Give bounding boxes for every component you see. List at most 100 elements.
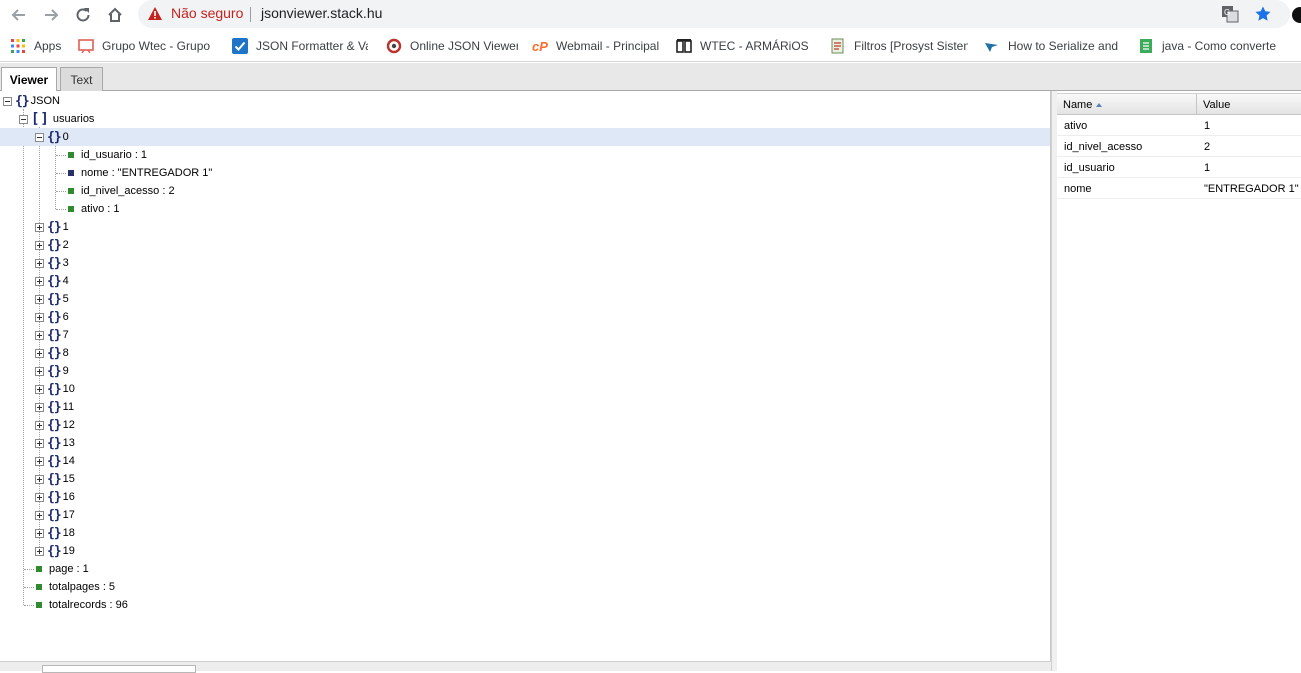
expand-toggle-icon[interactable]	[35, 438, 44, 448]
expand-toggle-icon[interactable]	[35, 456, 44, 466]
tree-node-item-0[interactable]: {} 0	[35, 128, 69, 146]
expand-toggle-icon[interactable]	[35, 510, 44, 520]
tree-leaf-field[interactable]: ativo : 1	[68, 200, 120, 218]
bookmark-apps[interactable]: Apps	[10, 37, 70, 55]
tree-node-item[interactable]: {} 6	[35, 308, 69, 326]
collapse-toggle-icon[interactable]	[35, 132, 44, 142]
expand-toggle-icon[interactable]	[35, 546, 44, 556]
tree-leaf-field[interactable]: totalrecords : 96	[36, 596, 128, 614]
tree-node-item[interactable]: {} 19	[35, 542, 75, 560]
expand-toggle-icon[interactable]	[35, 330, 44, 340]
tree-node-item[interactable]: {} 12	[35, 416, 75, 434]
expand-toggle-icon[interactable]	[35, 348, 44, 358]
tree-node-item[interactable]: {} 13	[35, 434, 75, 452]
expand-toggle-icon[interactable]	[35, 222, 44, 232]
expand-toggle-icon[interactable]	[35, 240, 44, 250]
security-label[interactable]: Não seguro	[171, 5, 243, 21]
expand-toggle-icon[interactable]	[35, 528, 44, 538]
tree-leaf-field[interactable]: id_usuario : 1	[68, 146, 147, 164]
tree-node-item[interactable]: {} 9	[35, 362, 69, 380]
grid-row[interactable]: id_usuario 1	[1057, 157, 1301, 178]
tree-node-item[interactable]: {} 3	[35, 254, 69, 272]
bookmark-label: Grupo Wtec - Grupo	[102, 39, 211, 53]
home-icon	[108, 7, 122, 22]
collapse-toggle-icon[interactable]	[3, 96, 12, 106]
expand-toggle-icon[interactable]	[35, 474, 44, 484]
tree-node-item[interactable]: {} 11	[35, 398, 74, 416]
column-header-name[interactable]: Name	[1057, 94, 1197, 115]
bookmark-webmail[interactable]: cP Webmail - Principal	[532, 37, 662, 55]
tree-node-item[interactable]: {} 2	[35, 236, 69, 254]
tree-node-item[interactable]: {} 7	[35, 326, 69, 344]
tree-node-item[interactable]: {} 16	[35, 488, 75, 506]
collapse-toggle-icon[interactable]	[19, 114, 28, 124]
warning-icon[interactable]	[147, 6, 163, 22]
object-icon: {}	[47, 507, 62, 523]
tree-node-root[interactable]: {} JSON	[3, 92, 60, 110]
tree-node-item[interactable]: {} 17	[35, 506, 75, 524]
expand-toggle-icon[interactable]	[35, 384, 44, 394]
bookmark-label: Filtros [Prosyst Sisten	[854, 39, 968, 53]
tree-node-item[interactable]: {} 8	[35, 344, 69, 362]
column-header-value[interactable]: Value	[1197, 94, 1301, 115]
filter-doc-icon	[830, 38, 846, 54]
string-type-icon	[68, 170, 74, 176]
tree-node-item[interactable]: {} 18	[35, 524, 75, 542]
tree-node-item[interactable]: {} 1	[35, 218, 69, 236]
tab-text[interactable]: Text	[60, 67, 103, 91]
tree-leaf-field[interactable]: totalpages : 5	[36, 578, 115, 596]
profile-avatar[interactable]	[1292, 7, 1301, 23]
expand-toggle-icon[interactable]	[35, 366, 44, 376]
leaf-text: ativo : 1	[81, 203, 120, 215]
svg-text:G: G	[1224, 8, 1230, 17]
grid-row[interactable]: nome "ENTREGADOR 1"	[1057, 178, 1301, 199]
grid-row[interactable]: ativo 1	[1057, 115, 1301, 136]
node-label: 0	[62, 131, 69, 143]
expand-toggle-icon[interactable]	[35, 492, 44, 502]
tree-node-item[interactable]: {} 4	[35, 272, 69, 290]
omnibox-separator	[250, 7, 251, 22]
bookmark-grupo-wtec[interactable]: Grupo Wtec - Grupo	[78, 37, 212, 55]
expand-toggle-icon[interactable]	[35, 420, 44, 430]
tree-node-usuarios[interactable]: [] usuarios	[19, 110, 94, 128]
bookmark-label: WTEC - ARMÁRiOS in	[700, 39, 812, 53]
bookmark-json-formatter[interactable]: JSON Formatter & Va	[232, 37, 368, 55]
bookmark-wtec-armarios[interactable]: WTEC - ARMÁRiOS in	[676, 37, 812, 55]
tree-connector	[23, 109, 24, 605]
tree-leaf-field[interactable]: nome : "ENTREGADOR 1"	[68, 164, 212, 182]
url-text[interactable]: jsonviewer.stack.hu	[261, 5, 382, 21]
tree-node-item[interactable]: {} 10	[35, 380, 75, 398]
expand-toggle-icon[interactable]	[35, 276, 44, 286]
bookmark-java-como-converte[interactable]: java - Como converte	[1138, 37, 1278, 55]
grid-row[interactable]: id_nivel_acesso 2	[1057, 136, 1301, 157]
tree-connector	[24, 605, 34, 606]
tree-node-item[interactable]: {} 15	[35, 470, 75, 488]
tree-leaf-field[interactable]: page : 1	[36, 560, 89, 578]
reload-button[interactable]	[72, 4, 94, 26]
node-label: 15	[62, 473, 75, 485]
forward-button[interactable]	[40, 4, 62, 26]
translate-icon[interactable]: G	[1221, 5, 1239, 23]
expand-toggle-icon[interactable]	[35, 294, 44, 304]
bookmark-how-to-serialize[interactable]: How to Serialize and	[984, 37, 1118, 55]
tree-node-item[interactable]: {} 14	[35, 452, 75, 470]
object-icon: {}	[47, 543, 62, 559]
star-icon[interactable]	[1254, 5, 1272, 23]
home-button[interactable]	[104, 4, 126, 26]
expand-toggle-icon[interactable]	[35, 312, 44, 322]
tab-viewer[interactable]: Viewer	[1, 67, 57, 92]
number-type-icon	[68, 152, 74, 158]
number-type-icon	[36, 566, 42, 572]
bookmark-filtros-prosyst[interactable]: Filtros [Prosyst Sisten	[830, 37, 968, 55]
array-icon: []	[31, 111, 50, 127]
expand-toggle-icon[interactable]	[35, 402, 44, 412]
tree-node-item[interactable]: {} 5	[35, 290, 69, 308]
search-input[interactable]	[42, 665, 196, 673]
bookmark-label: How to Serialize and	[1008, 39, 1118, 53]
object-icon: {}	[47, 363, 62, 379]
bookmark-online-json-viewer[interactable]: Online JSON Viewer	[386, 37, 518, 55]
back-button[interactable]	[8, 4, 30, 26]
expand-toggle-icon[interactable]	[35, 258, 44, 268]
property-grid: Name Value ativo 1 id_nivel_acesso 2 id_…	[1057, 91, 1301, 671]
tree-leaf-field[interactable]: id_nivel_acesso : 2	[68, 182, 175, 200]
